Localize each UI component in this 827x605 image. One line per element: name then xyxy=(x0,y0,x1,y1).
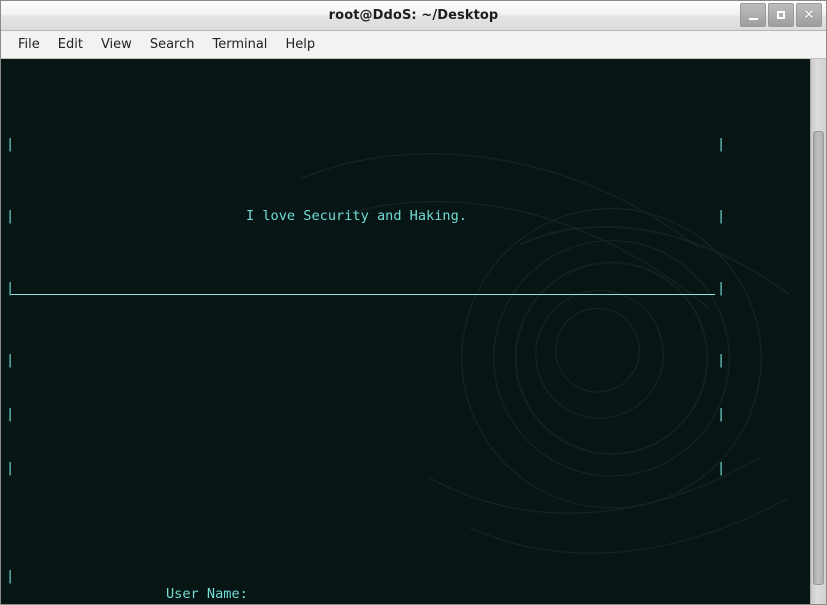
maximize-icon xyxy=(777,11,785,19)
terminal-window: root@DdoS: ~/Desktop ✕ File Edit View Se… xyxy=(0,0,827,605)
close-icon: ✕ xyxy=(803,7,815,23)
dialog-row: | | xyxy=(3,405,810,423)
dialog-border-left: | xyxy=(6,406,15,422)
minimize-icon xyxy=(748,17,758,20)
close-button[interactable]: ✕ xyxy=(796,3,822,27)
dialog-border-right: | xyxy=(717,280,726,296)
menu-item-terminal[interactable]: Terminal xyxy=(203,34,276,55)
dialog-border-right: | xyxy=(717,460,726,476)
dialog-divider xyxy=(11,294,715,295)
menu-item-view[interactable]: View xyxy=(92,34,141,55)
dialog-row: | | xyxy=(3,459,810,477)
dialog-border-left: | xyxy=(6,208,15,224)
vertical-scrollbar[interactable] xyxy=(810,59,826,604)
dialog-heading: I love Security and Haking. xyxy=(246,208,467,224)
terminal-output[interactable]: | | | I love Security and Haking. | | | | | |… xyxy=(1,59,810,604)
title-bar: root@DdoS: ~/Desktop ✕ xyxy=(1,1,826,31)
dialog-border-left: | xyxy=(6,352,15,368)
dialog-border-right: | xyxy=(717,352,726,368)
dialog-row: | | xyxy=(3,135,810,153)
window-title: root@DdoS: ~/Desktop xyxy=(328,8,499,23)
dialog-border-right: | xyxy=(717,406,726,422)
menu-item-edit[interactable]: Edit xyxy=(49,34,92,55)
terminal-text: | | | I love Security and Haking. | | | | | |… xyxy=(1,59,810,604)
dialog-row: | | xyxy=(3,351,810,369)
menu-item-search[interactable]: Search xyxy=(141,34,204,55)
menu-bar: File Edit View Search Terminal Help xyxy=(1,31,826,59)
terminal-area: | | | I love Security and Haking. | | | | | |… xyxy=(1,59,826,604)
scrollbar-thumb[interactable] xyxy=(813,131,824,585)
menu-item-file[interactable]: File xyxy=(9,34,49,55)
menu-item-help[interactable]: Help xyxy=(276,34,324,55)
dialog-border-right: | xyxy=(717,208,726,224)
dialog-border-left: | xyxy=(6,460,15,476)
dialog-row: | | xyxy=(3,279,810,297)
dialog-border-left: | xyxy=(6,136,15,152)
dialog-border-left: | xyxy=(6,568,15,584)
maximize-button[interactable] xyxy=(768,3,794,27)
window-controls: ✕ xyxy=(740,3,822,27)
username-row: | User Name: [ security ] | xyxy=(3,549,810,602)
username-label: User Name: xyxy=(166,586,248,602)
dialog-border-right: | xyxy=(717,136,726,152)
dialog-heading-row: | I love Security and Haking. | xyxy=(3,207,810,225)
minimize-button[interactable] xyxy=(740,3,766,27)
